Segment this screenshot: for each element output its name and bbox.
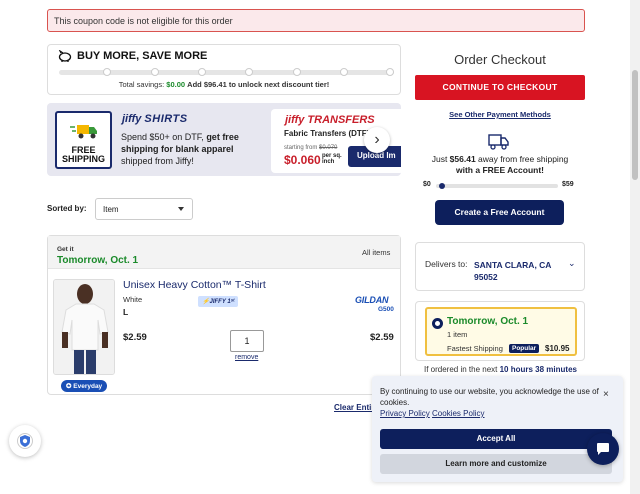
learn-more-button[interactable]: Learn more and customize: [380, 454, 612, 474]
create-account-button[interactable]: Create a Free Account: [435, 200, 564, 225]
transfer-price: $0.060: [284, 153, 321, 167]
tier-dot: [340, 68, 348, 76]
product-name-link[interactable]: Unisex Heavy Cotton™ T-Shirt: [123, 279, 266, 291]
other-payment-link[interactable]: See Other Payment Methods: [415, 110, 585, 119]
shield-badge-icon: [17, 433, 33, 449]
shipping-options: Tomorrow, Oct. 1 1 item Fastest Shipping…: [415, 301, 585, 361]
price-unit: per sq. inch: [322, 153, 342, 165]
tier-dot: [293, 68, 301, 76]
everyday-badge: ✪ Everyday: [61, 380, 108, 392]
savings-summary: Total savings: $0.00 Add $96.41 to unloc…: [118, 80, 330, 89]
progress-min: $0: [423, 181, 431, 188]
unit-price: $2.59: [123, 332, 147, 343]
page-scrollbar[interactable]: [630, 0, 640, 494]
savings-tier-track: [59, 68, 394, 76]
product-color: White: [123, 295, 143, 304]
radio-selected-icon[interactable]: [432, 318, 443, 329]
scrollbar-thumb[interactable]: [632, 70, 638, 180]
sort-label: Sorted by:: [47, 204, 87, 213]
delivers-to-selector[interactable]: Delivers to: SANTA CLARA, CA 95052 ⌄: [415, 242, 585, 291]
product-size: L: [123, 307, 129, 317]
chevron-down-icon: [178, 207, 184, 211]
accept-all-button[interactable]: Accept All: [380, 429, 612, 449]
cookie-banner: By continuing to use our website, you ac…: [372, 376, 623, 482]
carousel-next-arrow-icon[interactable]: ›: [364, 127, 390, 153]
starting-price: starting from $0.070: [284, 145, 338, 151]
shipping-option-selected[interactable]: Tomorrow, Oct. 1 1 item Fastest Shipping…: [425, 307, 577, 356]
jiffy-transfers-logo: jiffy TRANSFERS: [285, 114, 375, 126]
get-it-label: Get it: [57, 246, 74, 253]
progress-fill: [439, 183, 445, 189]
tier-dot: [386, 68, 394, 76]
quantity-input[interactable]: 1: [230, 330, 264, 352]
shirts-promo-text: Spend $50+ on DTF, get free shipping for…: [121, 132, 239, 166]
promo-carousel[interactable]: FREE SHIPPING jiffy SHIRTS Spend $50+ on…: [47, 103, 401, 176]
accessibility-widget[interactable]: [9, 425, 41, 457]
buy-more-panel: BUY MORE, SAVE MORE Total savings: $0.00…: [47, 44, 401, 95]
shipping-day: Tomorrow, Oct. 1: [447, 316, 529, 327]
buy-more-title: BUY MORE, SAVE MORE: [58, 50, 207, 62]
shipping-price: $10.95: [545, 344, 570, 353]
free-shipping-badge: FREE SHIPPING: [55, 111, 112, 169]
unlock-tier-text: Add $96.41 to unlock next discount tier!: [187, 80, 330, 89]
brand-logo: GILDAN: [355, 295, 389, 305]
tier-dot: [198, 68, 206, 76]
alert-text: This coupon code is not eligible for thi…: [54, 16, 233, 26]
remove-link[interactable]: remove: [235, 354, 258, 361]
free-shipping-message: Just $56.41 away from free shipping with…: [431, 154, 569, 175]
line-total: $2.59: [370, 332, 394, 343]
tshirt-model-image: [54, 280, 114, 374]
delivers-to-value: SANTA CLARA, CA 95052: [474, 260, 552, 282]
free-shipping-label: FREE SHIPPING: [61, 145, 105, 164]
delivery-truck-icon: [488, 134, 509, 150]
product-model: G500: [378, 306, 394, 313]
checkout-title: Order Checkout: [454, 52, 546, 67]
progress-max: $59: [562, 181, 574, 188]
all-items-label: All items: [362, 248, 391, 257]
buy-more-title-text: BUY MORE, SAVE MORE: [77, 50, 208, 62]
jiffy-first-badge: ⚡JIFFY 1ˢᵗ: [198, 296, 239, 307]
piggy-bank-icon: [58, 50, 72, 62]
privacy-policy-link[interactable]: Privacy Policy: [380, 409, 430, 418]
tier-dot: [245, 68, 253, 76]
fast-truck-icon: [70, 125, 97, 139]
shipping-item-count: 1 item: [447, 330, 468, 339]
product-image[interactable]: [53, 279, 115, 375]
coupon-error-alert: This coupon code is not eligible for thi…: [47, 9, 585, 32]
cart-items-panel: Get it Tomorrow, Oct. 1 All items ✪ Ever…: [47, 235, 401, 395]
shipping-method: Fastest Shipping: [447, 344, 503, 353]
chat-button[interactable]: [587, 433, 619, 465]
cookies-policy-link[interactable]: Cookies Policy: [432, 409, 484, 418]
cookie-text: By continuing to use our website, you ac…: [380, 387, 599, 418]
transfers-subtitle: Fabric Transfers (DTF): [284, 129, 370, 138]
delivers-to-label: Delivers to:: [425, 259, 468, 269]
sort-select[interactable]: Item: [95, 198, 193, 220]
continue-checkout-button[interactable]: CONTINUE TO CHECKOUT: [415, 75, 585, 100]
delivery-date: Tomorrow, Oct. 1: [57, 255, 139, 266]
chevron-down-icon: ⌄: [568, 258, 576, 268]
jiffy-shirts-logo: jiffy SHIRTS: [122, 113, 188, 125]
delivery-group-header: Get it Tomorrow, Oct. 1 All items: [48, 236, 400, 269]
free-shipping-progress: [436, 183, 558, 189]
tier-dot: [103, 68, 111, 76]
tier-dot: [151, 68, 159, 76]
order-cutoff-text: If ordered in the next 10 hours 38 minut…: [424, 365, 577, 374]
close-icon[interactable]: ×: [603, 389, 609, 400]
chat-bubble-icon: [597, 443, 609, 455]
total-savings-value: $0.00: [166, 80, 186, 89]
popular-badge: Popular: [509, 344, 540, 353]
